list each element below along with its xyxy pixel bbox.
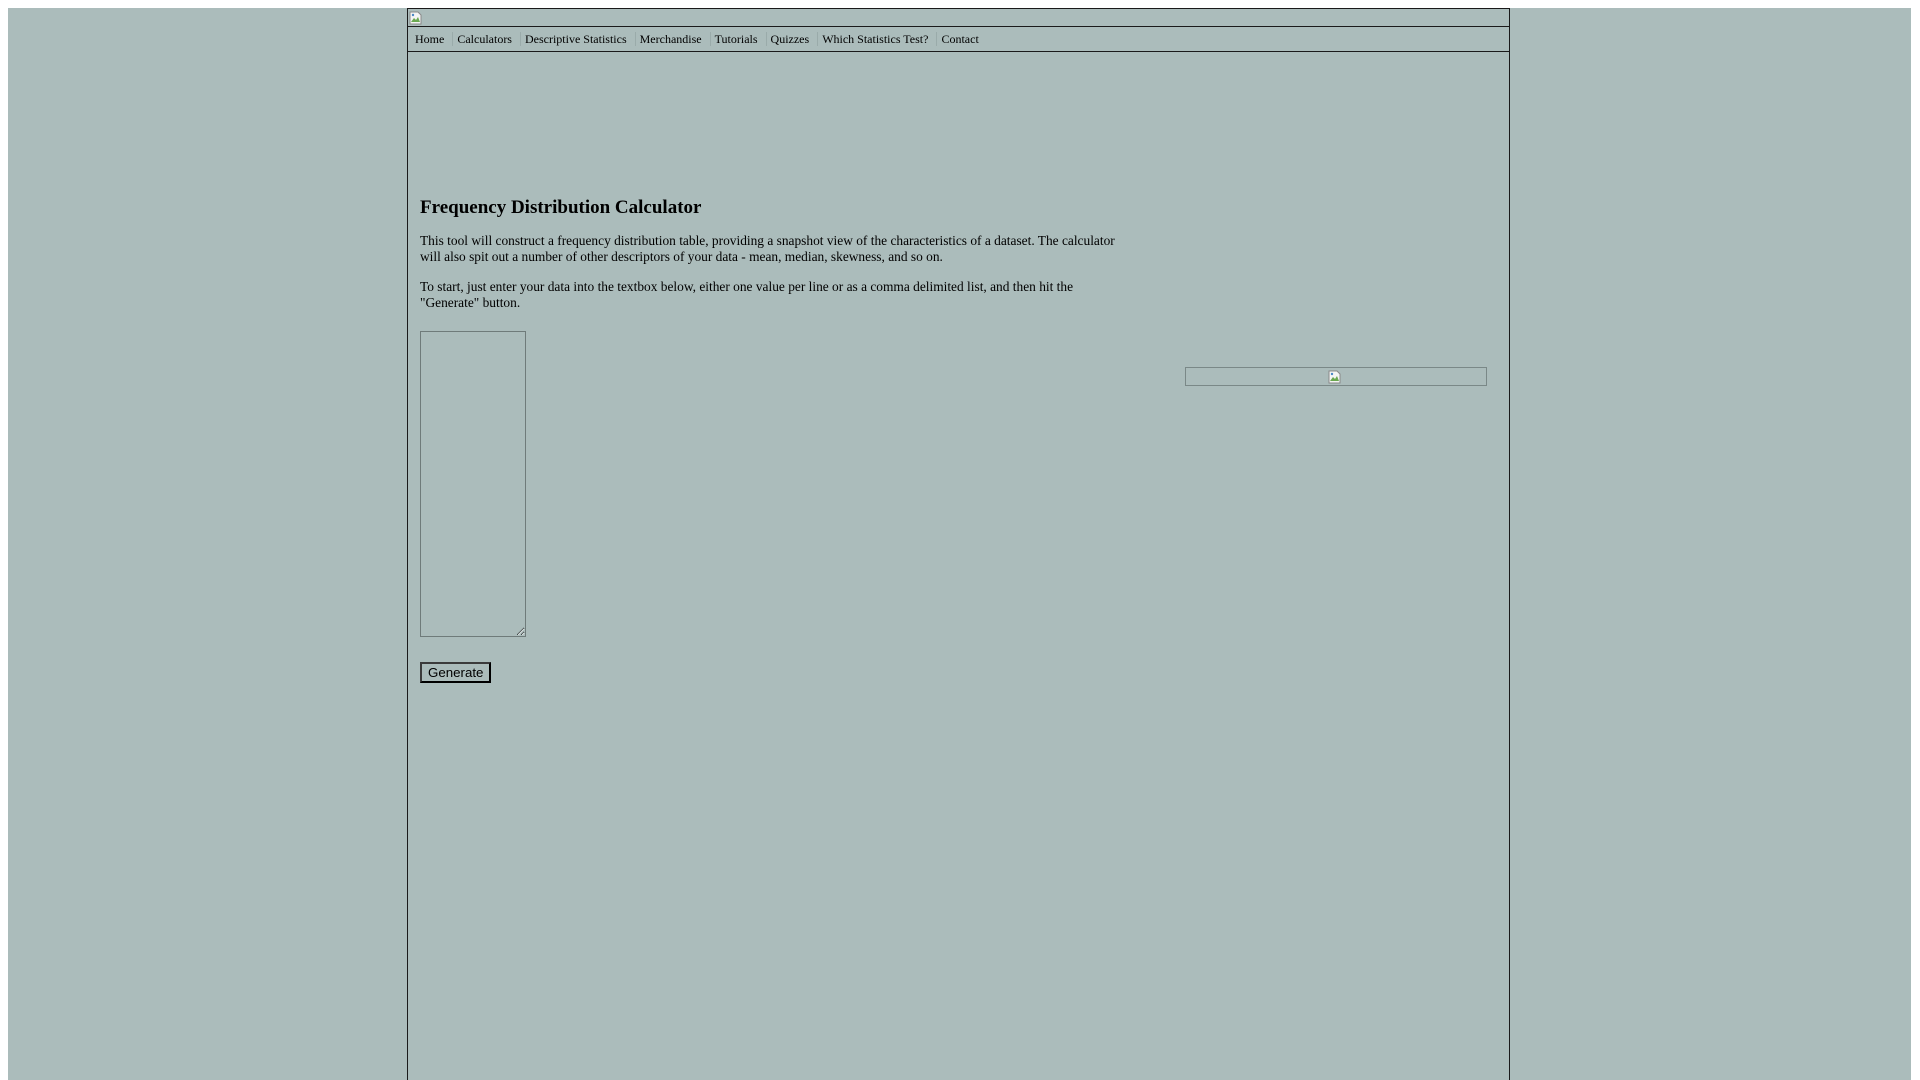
instructions-paragraph: To start, just enter your data into the … (420, 279, 1074, 310)
header-banner (408, 9, 1509, 27)
nav-item-tutorials[interactable]: Tutorials (709, 32, 763, 46)
top-nav: Home Calculators Descriptive Statistics … (408, 27, 1509, 52)
nav-item-quizzes[interactable]: Quizzes (765, 32, 815, 46)
generate-button[interactable]: Generate (420, 662, 492, 683)
nav-item-which-statistics-test[interactable]: Which Statistics Test? (817, 32, 933, 46)
nav-item-calculators[interactable]: Calculators (452, 32, 517, 46)
nav-item-home[interactable]: Home (411, 32, 449, 46)
data-input[interactable] (420, 331, 526, 637)
page-container: Home Calculators Descriptive Statistics … (407, 8, 1510, 1080)
broken-image-icon (409, 11, 423, 25)
page-background: Home Calculators Descriptive Statistics … (8, 8, 1911, 1080)
intro-paragraph: This tool will construct a frequency dis… (420, 233, 1115, 264)
broken-image-icon (1328, 370, 1342, 384)
nav-item-contact[interactable]: Contact (936, 32, 983, 46)
nav-item-descriptive-statistics[interactable]: Descriptive Statistics (519, 32, 632, 46)
main-content: Frequency Distribution Calculator This t… (420, 197, 1140, 683)
page-title: Frequency Distribution Calculator (420, 197, 702, 218)
nav-item-merchandise[interactable]: Merchandise (634, 32, 707, 46)
ad-banner[interactable] (1185, 367, 1487, 386)
